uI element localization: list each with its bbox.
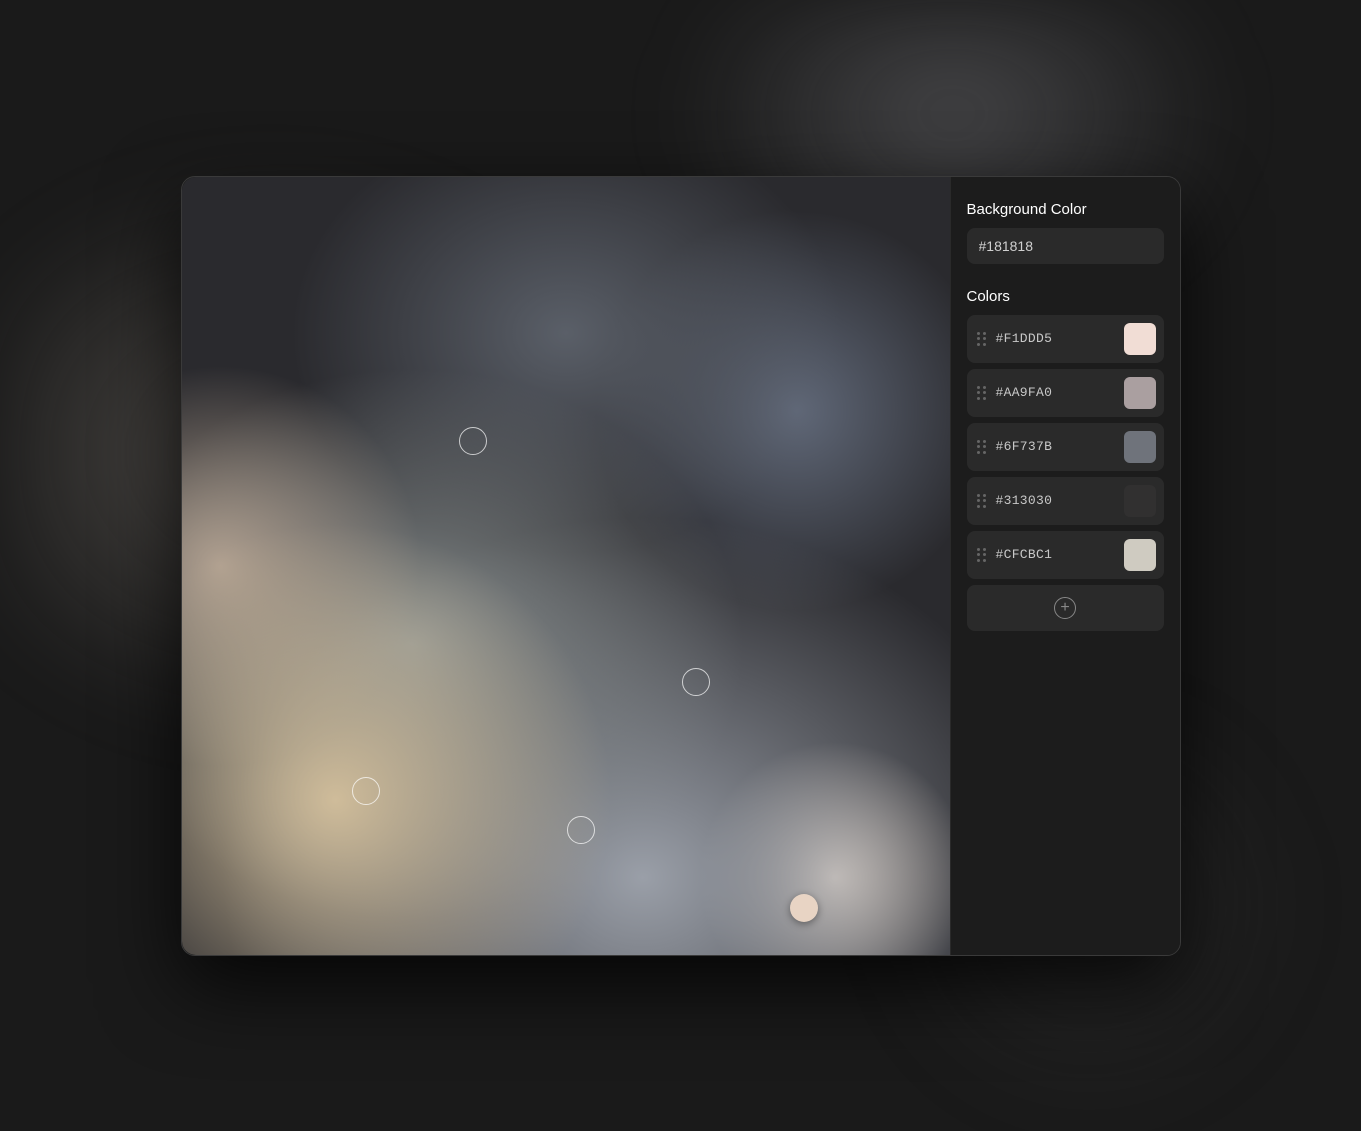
color-row-1[interactable]: #F1DDD5 [967,315,1164,363]
drag-dot [983,505,986,508]
drag-dot [977,343,980,346]
drag-dots-row [977,337,986,340]
background-color-input[interactable] [967,228,1164,264]
color-row-2[interactable]: #AA9FA0 [967,369,1164,417]
color-hex-3: #6F737B [996,439,1116,454]
color-hex-5: #CFCBC1 [996,547,1116,562]
color-swatch-5[interactable] [1124,539,1156,571]
drag-dot [977,499,980,502]
drag-dot [977,386,980,389]
drag-dots-row [977,548,986,551]
plus-icon: + [1054,597,1076,619]
drag-dots-row [977,451,986,454]
drag-dots-row [977,397,986,400]
color-hex-2: #AA9FA0 [996,385,1116,400]
add-color-button[interactable]: + [967,585,1164,631]
drag-handle-1[interactable] [975,332,988,346]
drag-dot [983,553,986,556]
drag-dots-row [977,559,986,562]
colors-section: Colors #F1DDD5 [967,288,1164,631]
drag-dot [983,391,986,394]
drag-dots-row [977,391,986,394]
drag-dots-row [977,440,986,443]
color-point-3[interactable] [352,777,380,805]
drag-dot [977,559,980,562]
drag-dots-row [977,494,986,497]
color-hex-4: #313030 [996,493,1116,508]
color-swatch-4[interactable] [1124,485,1156,517]
drag-dots-row [977,445,986,448]
drag-dots-row [977,343,986,346]
drag-dot [977,337,980,340]
drag-dot [977,494,980,497]
canvas-area[interactable] [182,177,950,955]
drag-dots-row [977,499,986,502]
colors-label: Colors [967,288,1164,305]
background-color-section: Background Color [967,201,1164,264]
color-swatch-3[interactable] [1124,431,1156,463]
color-swatch-2[interactable] [1124,377,1156,409]
drag-dot [983,445,986,448]
drag-dot [983,499,986,502]
color-row-4[interactable]: #313030 [967,477,1164,525]
drag-dot [977,332,980,335]
color-hex-1: #F1DDD5 [996,331,1116,346]
color-point-2[interactable] [682,668,710,696]
drag-dot [977,440,980,443]
drag-dot [977,391,980,394]
color-row-5[interactable]: #CFCBC1 [967,531,1164,579]
drag-dot [977,505,980,508]
drag-dot [983,332,986,335]
color-row-3[interactable]: #6F737B [967,423,1164,471]
background-color-label: Background Color [967,201,1164,218]
drag-dot [983,494,986,497]
drag-handle-2[interactable] [975,386,988,400]
color-point-4[interactable] [567,816,595,844]
drag-dot [983,386,986,389]
drag-handle-3[interactable] [975,440,988,454]
drag-dots-row [977,553,986,556]
right-panel: Background Color Colors [950,177,1180,955]
app-window: Background Color Colors [181,176,1181,956]
color-point-5[interactable] [790,894,818,922]
gradient-background [182,177,950,955]
drag-dots-row [977,505,986,508]
drag-dots-row [977,386,986,389]
drag-dot [977,397,980,400]
drag-dot [977,553,980,556]
drag-dot [977,451,980,454]
color-swatch-1[interactable] [1124,323,1156,355]
drag-dot [983,337,986,340]
drag-dots-row [977,332,986,335]
drag-dot [977,548,980,551]
drag-handle-4[interactable] [975,494,988,508]
drag-dot [977,445,980,448]
drag-handle-5[interactable] [975,548,988,562]
drag-dot [983,397,986,400]
drag-dot [983,559,986,562]
drag-dot [983,440,986,443]
color-point-1[interactable] [459,427,487,455]
drag-dot [983,343,986,346]
drag-dot [983,451,986,454]
drag-dot [983,548,986,551]
